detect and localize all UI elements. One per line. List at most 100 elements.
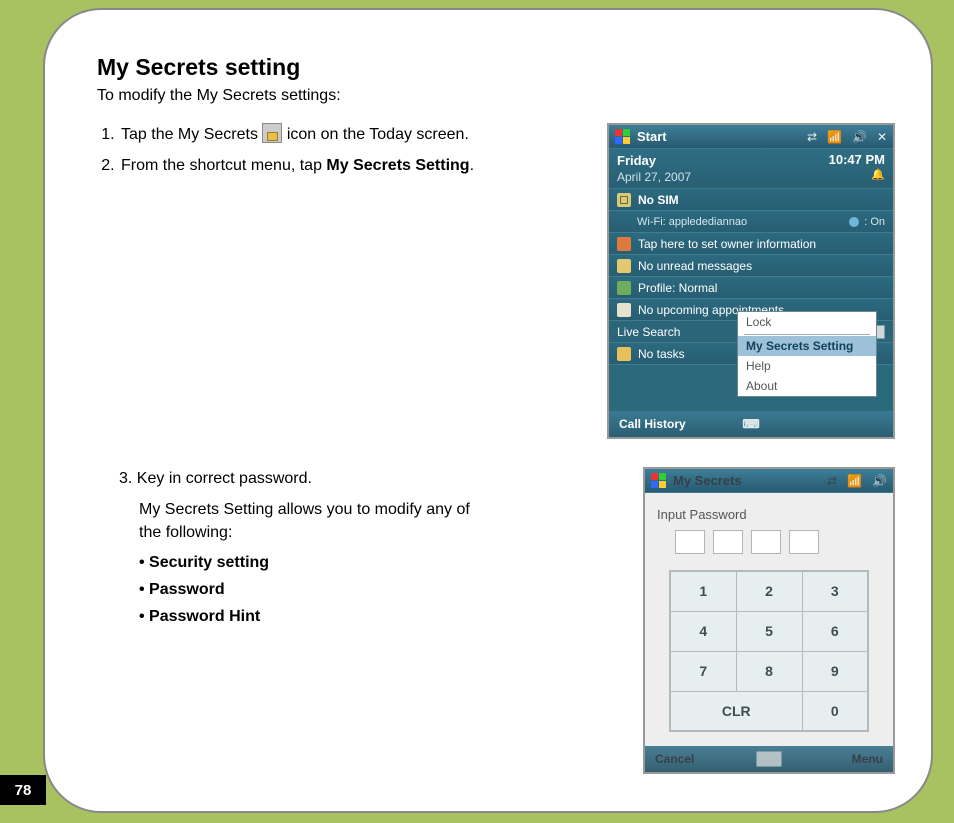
time-label: 10:47 PM <box>829 152 885 167</box>
steps-list: Tap the My Secrets icon on the Today scr… <box>119 123 477 177</box>
screenshot-2-col: My Secrets ⇄ 📶 🔊 Input Password <box>643 467 895 774</box>
menu-about[interactable]: About <box>738 376 876 396</box>
step-2-text-a: From the shortcut menu, tap <box>121 157 326 174</box>
step-1: Tap the My Secrets icon on the Today scr… <box>119 123 477 146</box>
alarm-icon: 🔔 <box>871 169 885 181</box>
softkey-bar-2: Cancel Menu <box>645 746 893 772</box>
key-1[interactable]: 1 <box>670 571 736 611</box>
instructions-1: Tap the My Secrets icon on the Today scr… <box>97 123 477 185</box>
messages-label: No unread messages <box>638 259 752 273</box>
step-3-desc: My Secrets Setting allows you to modify … <box>139 498 477 544</box>
key-3[interactable]: 3 <box>802 571 868 611</box>
titlebar-2: My Secrets ⇄ 📶 🔊 <box>645 469 893 493</box>
step-1-text-b: icon on the Today screen. <box>287 126 469 143</box>
screenshot-1-col: Start ⇄ 📶 🔊 ✕ Friday April 27, 2007 10:4… <box>607 123 895 439</box>
speaker-icon[interactable]: 🔊 <box>872 474 887 488</box>
key-8[interactable]: 8 <box>736 651 802 691</box>
wifi-label: Wi-Fi: appledediannao <box>637 216 747 228</box>
softkey-cancel[interactable]: Cancel <box>655 752 694 766</box>
pin-slot-2[interactable] <box>713 530 743 554</box>
tasks-label: No tasks <box>638 347 685 361</box>
profile-label: Profile: Normal <box>638 281 717 295</box>
system-tray-2: ⇄ 📶 🔊 <box>827 474 887 488</box>
pin-slot-3[interactable] <box>751 530 781 554</box>
step-2: From the shortcut menu, tap My Secrets S… <box>119 154 477 177</box>
system-tray: ⇄ 📶 🔊 ✕ <box>807 130 887 144</box>
row-nosim[interactable]: No SIM <box>609 189 893 211</box>
day-label: Friday <box>617 152 691 169</box>
date-label: April 27, 2007 <box>617 169 691 186</box>
owner-label: Tap here to set owner information <box>638 237 816 251</box>
nosim-label: No SIM <box>638 193 679 207</box>
softkey-menu[interactable]: Menu <box>852 752 883 766</box>
sync-icon[interactable]: ⇄ <box>827 474 837 488</box>
titlebar-title[interactable]: Start <box>637 129 667 144</box>
step-3-text: Key in correct password. <box>137 470 312 487</box>
page-number: 78 <box>0 775 46 805</box>
key-6[interactable]: 6 <box>802 611 868 651</box>
sip-icon[interactable] <box>756 751 782 767</box>
key-9[interactable]: 9 <box>802 651 868 691</box>
windows-flag-icon <box>651 473 667 489</box>
page-title: My Secrets setting <box>97 54 895 81</box>
signal-icon[interactable]: 📶 <box>847 474 862 488</box>
screenshot-today: Start ⇄ 📶 🔊 ✕ Friday April 27, 2007 10:4… <box>607 123 895 439</box>
section-1: Tap the My Secrets icon on the Today scr… <box>97 123 895 439</box>
key-0[interactable]: 0 <box>802 691 868 731</box>
bullet-password: Password <box>139 578 477 601</box>
keypad: 1 2 3 4 5 6 7 8 9 <box>669 570 869 732</box>
pin-slot-1[interactable] <box>675 530 705 554</box>
subtitle: To modify the My Secrets settings: <box>97 87 895 105</box>
key-7[interactable]: 7 <box>670 651 736 691</box>
menu-lock[interactable]: Lock <box>738 312 876 332</box>
password-slots <box>675 530 881 554</box>
step-3: 3. Key in correct password. <box>119 467 477 490</box>
bullet-list: Security setting Password Password Hint <box>139 551 477 629</box>
sip-icon[interactable]: ⌨ <box>742 417 759 431</box>
key-clr[interactable]: CLR <box>670 691 802 731</box>
signal-icon[interactable]: 📶 <box>827 130 842 144</box>
menu-help[interactable]: Help <box>738 356 876 376</box>
password-body: Input Password 1 2 3 <box>645 493 893 746</box>
pin-slot-4[interactable] <box>789 530 819 554</box>
bluetooth-icon <box>849 217 859 227</box>
step-2-text-c: . <box>470 157 474 174</box>
speaker-icon[interactable]: 🔊 <box>852 130 867 144</box>
section-2: 3. Key in correct password. My Secrets S… <box>97 467 895 774</box>
softkey-bar: Call History ⌨ <box>609 411 893 437</box>
key-5[interactable]: 5 <box>736 611 802 651</box>
page-frame: My Secrets setting To modify the My Secr… <box>43 8 933 813</box>
my-secrets-icon <box>262 123 282 143</box>
context-menu: Lock My Secrets Setting Help About <box>737 311 877 397</box>
instructions-2: 3. Key in correct password. My Secrets S… <box>97 467 477 632</box>
screenshot-password: My Secrets ⇄ 📶 🔊 Input Password <box>643 467 895 774</box>
row-owner[interactable]: Tap here to set owner information <box>609 233 893 255</box>
row-wifi[interactable]: Wi-Fi: appledediannao : On <box>609 211 893 233</box>
bt-label: : On <box>864 216 885 228</box>
key-4[interactable]: 4 <box>670 611 736 651</box>
menu-my-secrets-setting[interactable]: My Secrets Setting <box>738 336 876 356</box>
input-password-label: Input Password <box>657 507 881 522</box>
menu-separator <box>744 334 870 335</box>
livesearch-label: Live Search <box>617 325 680 339</box>
bullet-security: Security setting <box>139 551 477 574</box>
key-2[interactable]: 2 <box>736 571 802 611</box>
step-2-bold: My Secrets Setting <box>326 157 469 174</box>
sync-icon[interactable]: ⇄ <box>807 130 817 144</box>
owner-icon <box>617 237 631 251</box>
profile-icon <box>617 281 631 295</box>
step-1-text-a: Tap the My Secrets <box>121 126 262 143</box>
windows-flag-icon <box>615 129 631 145</box>
calendar-icon <box>617 303 631 317</box>
bullet-hint: Password Hint <box>139 605 477 628</box>
sim-icon <box>617 193 631 207</box>
task-icon <box>617 347 631 361</box>
titlebar: Start ⇄ 📶 🔊 ✕ <box>609 125 893 149</box>
row-messages[interactable]: No unread messages <box>609 255 893 277</box>
row-profile[interactable]: Profile: Normal <box>609 277 893 299</box>
softkey-left[interactable]: Call History <box>619 417 686 431</box>
titlebar-2-title: My Secrets <box>673 473 742 488</box>
mail-icon <box>617 259 631 273</box>
close-icon[interactable]: ✕ <box>877 130 887 144</box>
date-row[interactable]: Friday April 27, 2007 10:47 PM 🔔 <box>609 149 893 189</box>
